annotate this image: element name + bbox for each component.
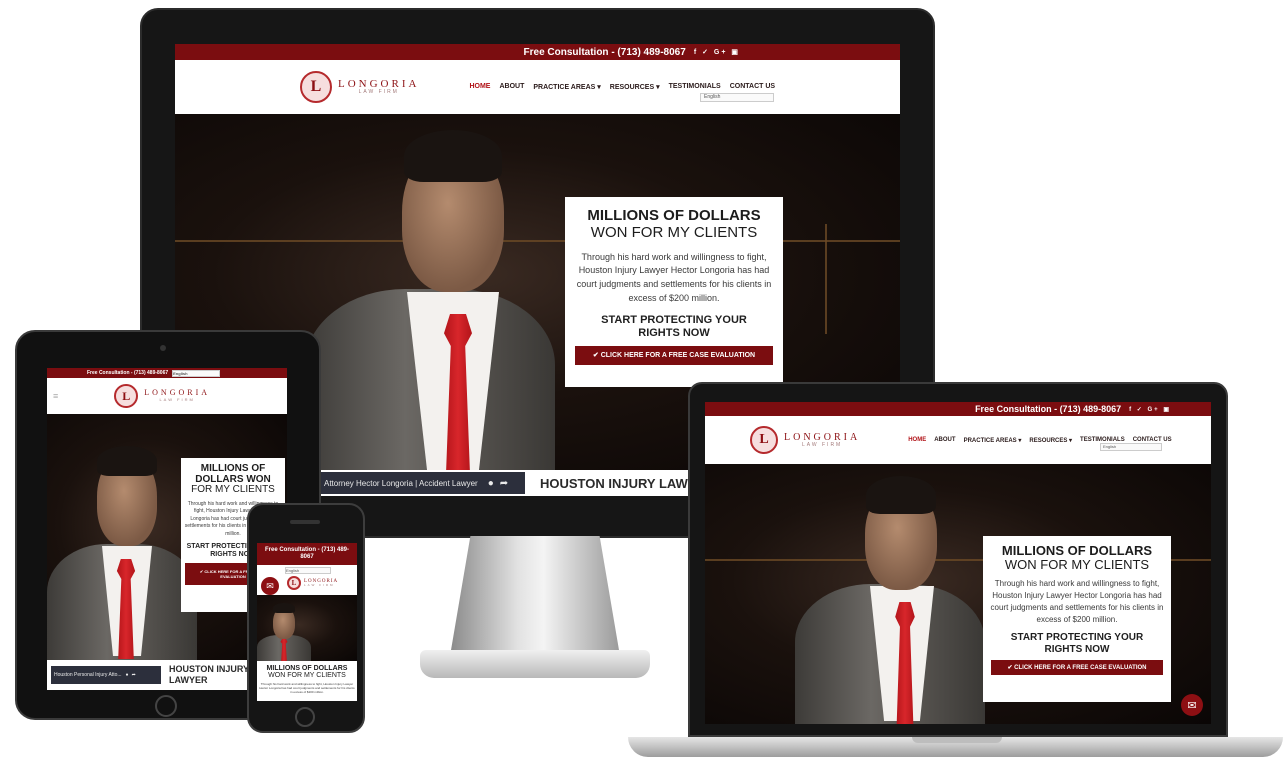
language-select[interactable]: English [700,93,774,102]
laptop-notch [912,737,1002,743]
video-thumbnail[interactable]: Attorney Hector Longoria | Accident Lawy… [320,472,525,494]
nav-testimonials[interactable]: TESTIMONIALS [669,83,721,91]
hero-headline-rest: WON FOR MY CLIENTS [590,223,758,241]
free-evaluation-button[interactable]: ✔ CLICK HERE FOR A FREE CASE EVALUATION [575,345,773,365]
hero-headline: MILLIONS OF DOLLARS [587,207,761,224]
laptop-nav-home[interactable]: HOME [908,437,926,444]
logo-sub: LAW FIRM [358,89,399,96]
laptop-logo-sub: LAW FIRM [801,441,843,448]
consultation-phone-link[interactable]: Free Consultation - (713) 489-8067 [524,47,686,58]
phone-hero-headline-rest: WON FOR MY CLIENTS [268,672,346,680]
phone-screen: Free Consultation - (713) 489-8067 Engli… [257,543,357,701]
hair [404,130,502,182]
phone-chat-icon[interactable]: ✉ [261,577,279,595]
laptop-hero-headline: MILLIONS OF DOLLARS [1001,543,1153,558]
laptop-hero-headline-rest: WON FOR MY CLIENTS [1004,556,1150,572]
phone-topbar: Free Consultation - (713) 489-8067 [257,543,357,565]
nav-home[interactable]: HOME [469,83,490,91]
laptop-consultation-link[interactable]: Free Consultation - (713) 489-8067 [975,404,1121,414]
tablet-hero-headline-1: MILLIONS OF [200,463,266,474]
background-post [825,224,827,334]
laptop-free-evaluation-button[interactable]: ✔ CLICK HERE FOR A FREE CASE EVALUATION [991,660,1163,676]
logo-mark-icon: L [300,71,332,103]
tablet-home-button [155,695,177,717]
laptop-logo-mark-icon: L [750,426,778,454]
hero-card: MILLIONS OF DOLLARS WON FOR MY CLIENTS T… [565,197,783,387]
phone-logo[interactable]: L LONGORIA LAW FIRM [287,576,338,590]
tablet-share-icon[interactable]: ➦ [132,672,136,678]
monitor-stand [450,536,620,656]
laptop-hero-card: MILLIONS OF DOLLARS WON FOR MY CLIENTS T… [983,536,1171,702]
tablet-hero-headline-rest: FOR MY CLIENTS [191,484,275,495]
laptop-chat-icon[interactable]: ✉ [1181,694,1203,716]
logo-text: LONGORIA LAW FIRM [338,78,419,96]
phone-consultation-link[interactable]: Free Consultation - (713) 489-8067 [261,547,353,561]
tablet-camera [160,345,166,351]
phone-logo-text: LONGORIA LAW FIRM [304,579,338,588]
laptop-social-icons[interactable]: f ✓ G+ ▣ [1129,406,1171,413]
main-nav: HOME ABOUT PRACTICE AREAS ▾ RESOURCES ▾ … [469,83,775,91]
laptop: Free Consultation - (713) 489-8067 f ✓ G… [688,382,1228,737]
phone: Free Consultation - (713) 489-8067 Engli… [247,503,365,733]
laptop-hero-subhead: START PROTECTING YOUR RIGHTS NOW [1010,632,1144,655]
phone-speaker [290,520,320,524]
tablet-strip-title: HOUSTON INJURY LAWYER [169,664,249,685]
phone-hero-headline: MILLIONS OF DOLLARS [266,665,348,672]
tablet-logo-mark-icon: L [114,384,139,408]
laptop-nav-about[interactable]: ABOUT [934,437,955,444]
topbar: Free Consultation - (713) 489-8067 f ✓ G… [175,44,900,60]
tablet-language-select[interactable]: English [172,369,221,377]
tablet-hair [97,446,157,476]
hero-subhead: START PROTECTING YOUR RIGHTS NOW [601,314,747,339]
tablet-clock-icon: ● [125,672,129,678]
laptop-hero-body: Through his hard work and willingness to… [990,579,1164,625]
laptop-hero: MILLIONS OF DOLLARS WON FOR MY CLIENTS T… [705,464,1211,724]
tablet-video-caption: Houston Personal Injury Atto... [54,672,122,678]
social-icons[interactable]: f ✓ G+ ▣ [694,48,740,56]
laptop-hair [866,476,936,514]
video-caption: Attorney Hector Longoria | Accident Lawy… [324,478,478,488]
phone-language-select[interactable]: English [285,567,331,574]
nav-contact[interactable]: CONTACT US [730,83,775,91]
phone-hair [273,603,295,613]
laptop-nav-resources[interactable]: RESOURCES ▾ [1029,437,1072,444]
tablet-logo[interactable]: L LONGORIA LAW FIRM [114,384,210,408]
tablet-logo-sub: LAW FIRM [159,397,195,403]
laptop-language-select[interactable]: English [1100,443,1162,451]
phone-header: English L LONGORIA LAW FIRM ✉ [257,565,357,595]
tablet-logo-text: LONGORIA LAW FIRM [144,389,210,403]
nav-resources[interactable]: RESOURCES ▾ [610,83,660,91]
laptop-nav-practice-areas[interactable]: PRACTICE AREAS ▾ [964,437,1022,444]
phone-logo-sub: LAW FIRM [304,583,335,588]
tablet-topbar: Free Consultation - (713) 489-8067 Engli… [47,368,287,378]
tablet-consultation-link[interactable]: Free Consultation - (713) 489-8067 [87,370,168,376]
phone-home-button [295,707,315,727]
phone-hero [257,595,357,661]
laptop-screen: Free Consultation - (713) 489-8067 f ✓ G… [705,402,1211,724]
clock-icon: ● [487,477,494,489]
phone-hero-body: Through his hard work and willingness to… [259,681,355,695]
phone-logo-mark-icon: L [287,576,301,590]
hamburger-menu-icon[interactable]: ≡ [53,391,58,401]
nav-about[interactable]: ABOUT [499,83,524,91]
logo[interactable]: L LONGORIA LAW FIRM [300,71,419,103]
tablet-header: ≡ L LONGORIA LAW FIRM [47,378,287,414]
laptop-logo[interactable]: L LONGORIA LAW FIRM [750,426,860,454]
phone-hero-card: MILLIONS OF DOLLARS WON FOR MY CLIENTS T… [257,661,357,701]
nav-practice-areas[interactable]: PRACTICE AREAS ▾ [533,83,600,91]
laptop-header: L LONGORIA LAW FIRM HOME ABOUT PRACTICE … [705,416,1211,464]
hero-body: Through his hard work and willingness to… [576,251,772,304]
share-icon[interactable]: ➦ [500,478,508,489]
laptop-logo-text: LONGORIA LAW FIRM [784,432,860,449]
monitor-stand-base [420,650,650,678]
background-beam [175,240,900,242]
laptop-topbar: Free Consultation - (713) 489-8067 f ✓ G… [705,402,1211,416]
tablet-video-thumbnail[interactable]: Houston Personal Injury Atto... ● ➦ [51,666,161,684]
site-header: L LONGORIA LAW FIRM HOME ABOUT PRACTICE … [175,60,900,114]
